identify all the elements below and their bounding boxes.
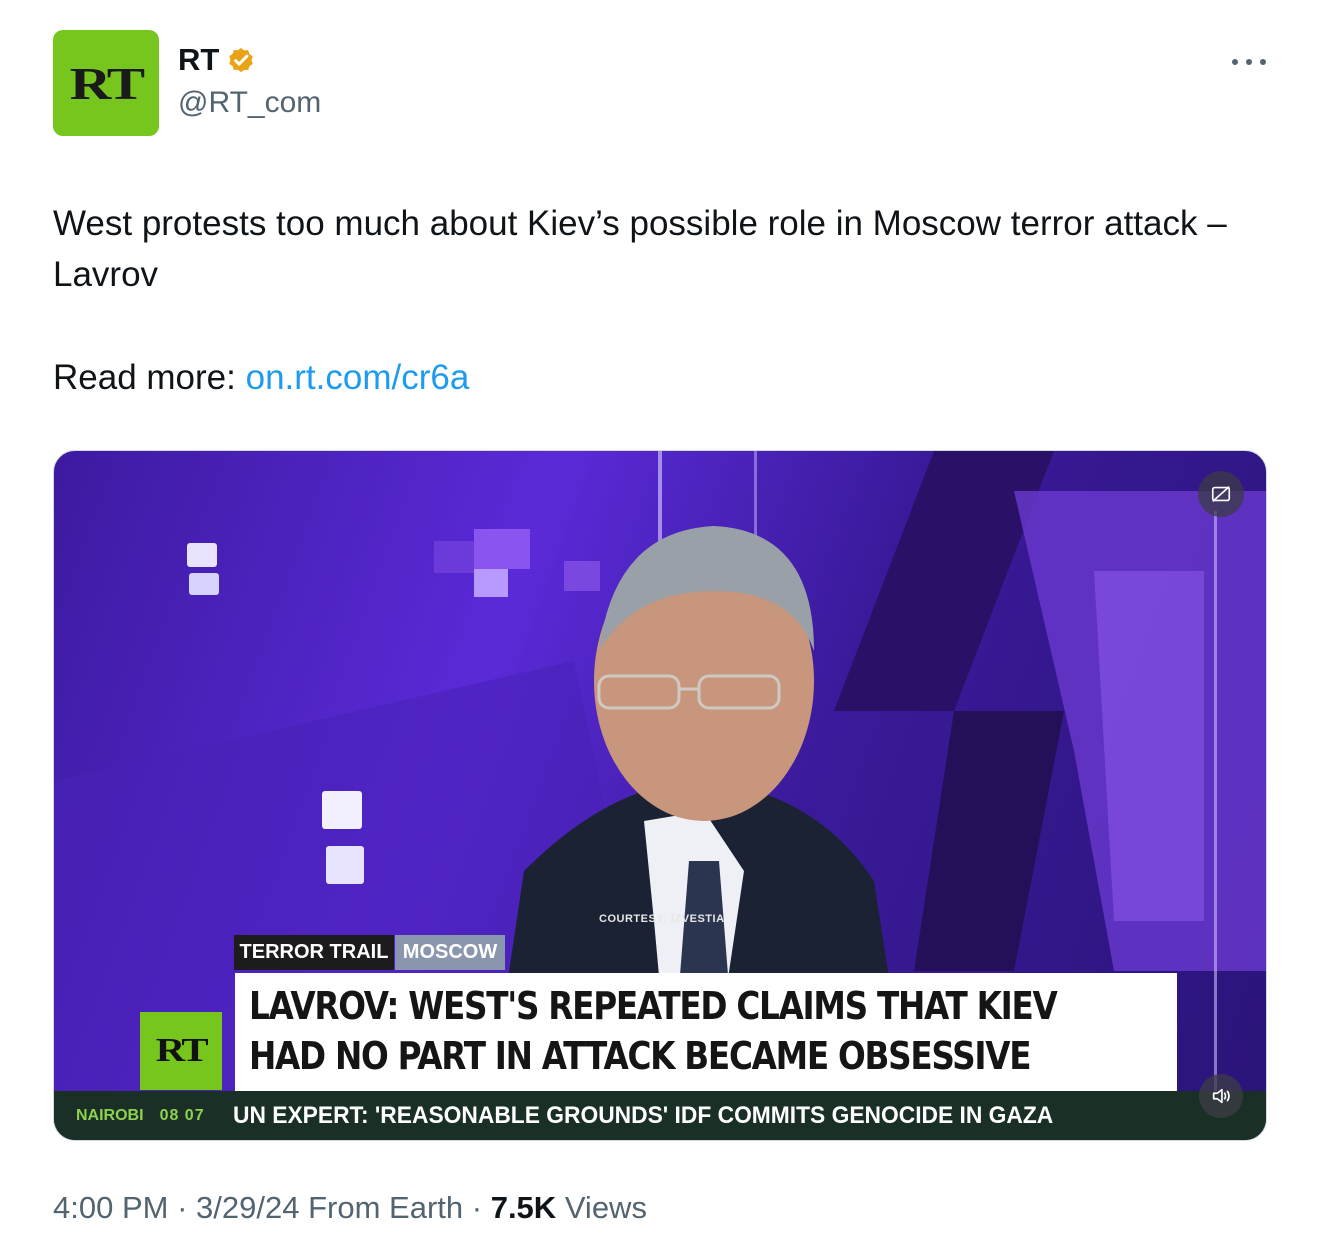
tweet-time[interactable]: 4:00 PM [53, 1190, 168, 1225]
meta-separator: · [471, 1190, 483, 1225]
avatar[interactable]: RT [53, 30, 159, 136]
news-headline: LAVROV: WEST'S REPEATED CLAIMS THAT KIEV… [235, 973, 1177, 1091]
headline-line-2: HAD NO PART IN ATTACK BECAME OBSESSIVE [249, 1034, 1032, 1078]
author-handle[interactable]: @RT_com [178, 86, 321, 120]
channel-logo: RT [140, 1012, 222, 1090]
verified-badge-icon [229, 48, 254, 73]
captions-off-icon[interactable] [1198, 471, 1244, 517]
views-count[interactable]: 7.5K [491, 1190, 556, 1225]
author-name-row: RT [178, 42, 257, 78]
volume-muted-icon[interactable] [1199, 1074, 1243, 1118]
courtesy-caption: COURTESY: IZVESTIA [599, 913, 725, 925]
read-more-line: Read more: on.rt.com/cr6a [53, 352, 469, 403]
tweet-body: West protests too much about Kiev’s poss… [53, 204, 1227, 294]
channel-logo-text: RT [155, 1032, 209, 1069]
video-player[interactable]: COURTESY: IZVESTIA TERROR TRAIL MOSCOW R… [53, 450, 1267, 1141]
location-tag: MOSCOW [395, 935, 505, 970]
avatar-logo-text: RT [69, 57, 145, 109]
ticker-news: UN EXPERT: 'REASONABLE GROUNDS' IDF COMM… [232, 1101, 1053, 1129]
read-more-label: Read more: [53, 358, 236, 397]
meta-separator: · [177, 1190, 188, 1225]
volume-icon-glyph [1212, 1088, 1230, 1104]
tweet-source: From Earth [308, 1190, 464, 1225]
tweet-text: West protests too much about Kiev’s poss… [53, 198, 1253, 300]
segment-tag: TERROR TRAIL [234, 935, 394, 970]
more-options-icon[interactable] [1232, 52, 1266, 72]
captions-icon-glyph [1211, 486, 1231, 502]
ticker-time: 08 07 [159, 1106, 205, 1124]
tweet-meta: 4:00 PM · 3/29/24 From Earth · 7.5K View… [53, 1190, 647, 1226]
views-label: Views [564, 1190, 647, 1225]
news-ticker: NAIROBI 08 07 UN EXPERT: 'REASONABLE GRO… [54, 1091, 1266, 1140]
ticker-city: NAIROBI [76, 1106, 144, 1124]
author-name[interactable]: RT [178, 42, 219, 78]
headline-line-1: LAVROV: WEST'S REPEATED CLAIMS THAT KIEV [249, 984, 1058, 1028]
tweet-link[interactable]: on.rt.com/cr6a [246, 358, 470, 397]
tweet-date[interactable]: 3/29/24 [196, 1190, 299, 1225]
